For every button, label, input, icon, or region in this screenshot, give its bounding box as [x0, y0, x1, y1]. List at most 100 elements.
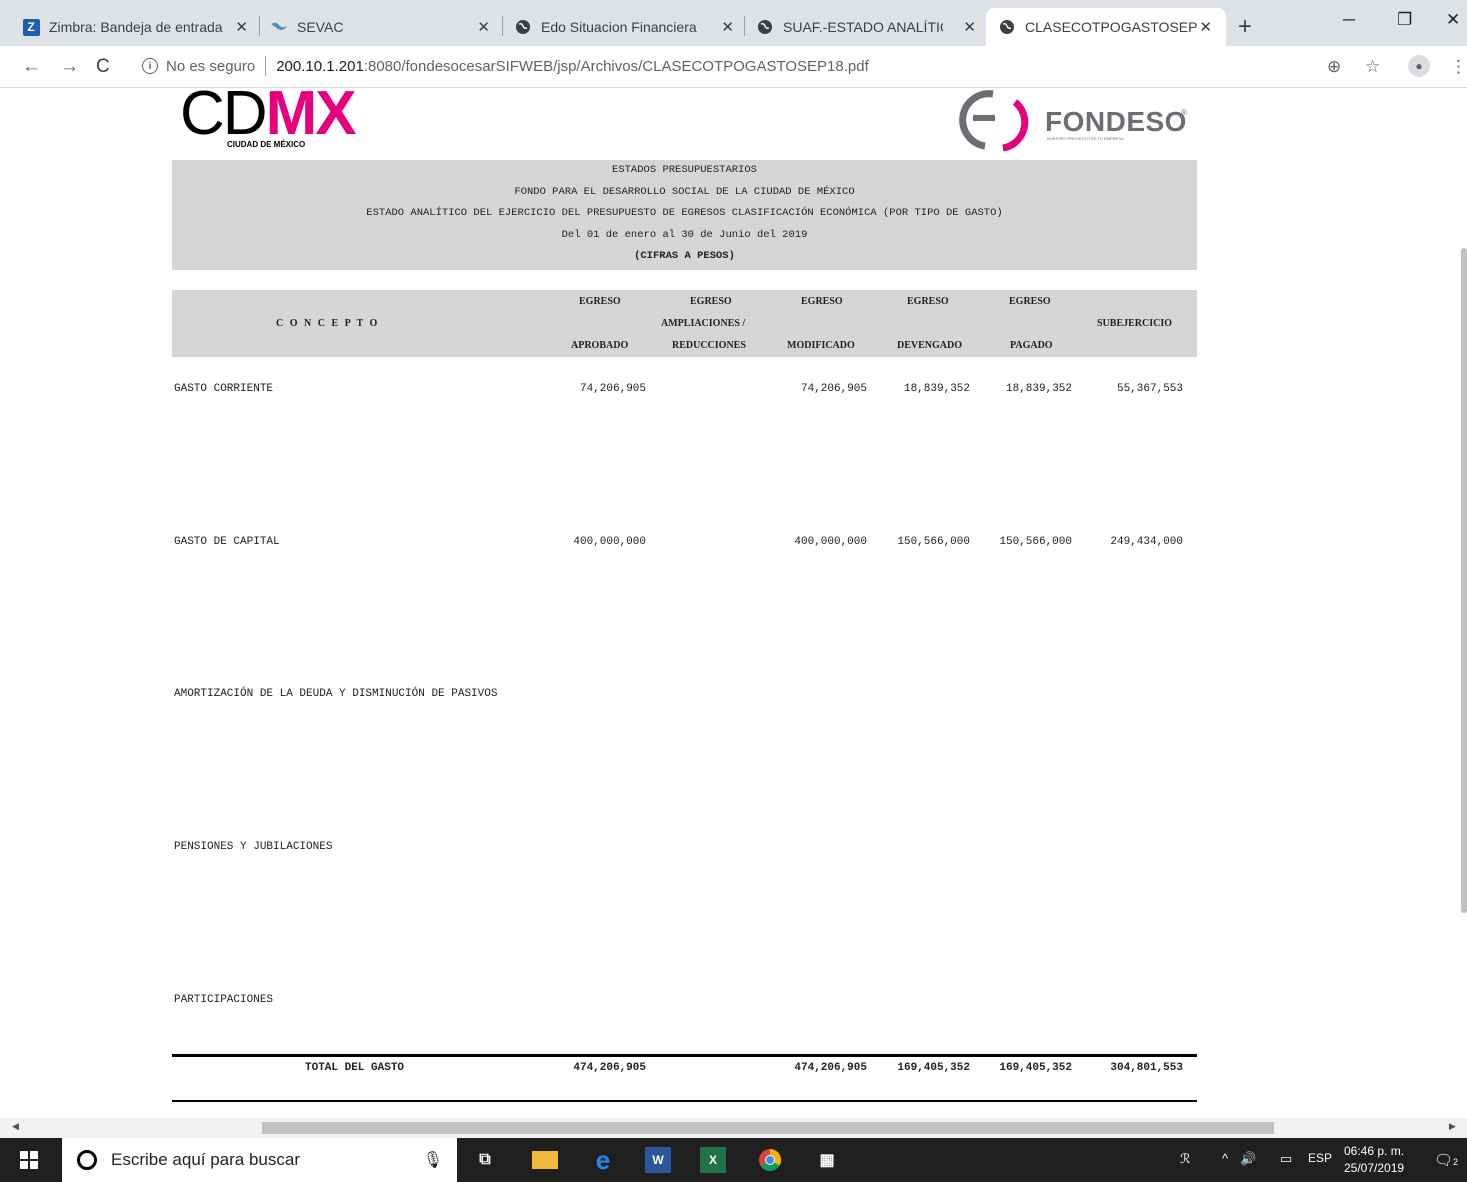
close-icon[interactable]: ✕ [1199, 18, 1212, 36]
chrome-icon[interactable] [757, 1147, 783, 1173]
profile-avatar-icon[interactable]: ● [1408, 55, 1430, 77]
close-icon[interactable]: ✕ [963, 18, 976, 36]
globe-icon [998, 18, 1016, 36]
restore-icon[interactable]: ❐ [1397, 10, 1412, 30]
report-header: ESTADOS PRESUPUESTARIOS FONDO PARA EL DE… [172, 160, 1197, 270]
tab-label: Zimbra: Bandeja de entrada [49, 19, 223, 35]
row-modificado: 400,000,000 [794, 536, 867, 548]
col-ampliaciones-2: AMPLIACIONES / [661, 318, 746, 329]
column-header: C O N C E P T O EGRESO APROBADO EGRESO A… [172, 290, 1197, 357]
report-heading-1: ESTADOS PRESUPUESTARIOS [612, 164, 757, 176]
row-concepto: PENSIONES Y JUBILACIONES [174, 841, 333, 853]
scroll-thumb[interactable] [262, 1122, 1274, 1134]
row-aprobado: 74,206,905 [579, 383, 646, 395]
people-icon[interactable]: ℛ [1180, 1151, 1190, 1167]
col-pagado-2: PAGADO [1010, 340, 1053, 351]
sevac-icon [270, 18, 288, 36]
tab-separator [744, 16, 745, 36]
windows-start-icon[interactable] [16, 1147, 42, 1173]
network-icon[interactable]: ▭ [1280, 1151, 1292, 1167]
col-devengado-2: DEVENGADO [897, 340, 963, 351]
tray-chevron-icon[interactable]: ^ [1222, 1151, 1228, 1166]
file-explorer-icon[interactable] [532, 1151, 558, 1169]
report-period: Del 01 de enero al 30 de Junio del 2019 [561, 228, 808, 241]
tab-clasecot-active[interactable]: CLASECOTPOGASTOSEP18. ✕ [986, 8, 1226, 46]
divider [265, 56, 267, 76]
reload-icon[interactable]: C [96, 56, 110, 78]
close-icon[interactable]: ✕ [477, 18, 490, 36]
pdf-viewport: CDMX CIUDAD DE MÉXICO FONDESO ® NUESTRO … [0, 88, 1467, 1118]
language-indicator[interactable]: ESP [1308, 1151, 1332, 1165]
clock-date: 25/07/2019 [1344, 1161, 1405, 1175]
row-subejercicio: 55,367,553 [1116, 383, 1183, 395]
window-close-icon[interactable]: ✕ [1446, 10, 1460, 30]
back-icon[interactable]: ← [22, 56, 41, 78]
tab-label: SUAF.-ESTADO ANALÍTICO [783, 19, 943, 35]
col-modificado-2: MODIFICADO [787, 340, 855, 351]
total-aprobado: 474,206,905 [573, 1062, 646, 1074]
security-label: No es seguro [166, 57, 256, 75]
row-subejercicio: 249,434,000 [1110, 536, 1183, 548]
menu-dots-icon[interactable]: ⋮ [1450, 57, 1467, 77]
col-modificado-1: EGRESO [801, 296, 843, 307]
info-icon[interactable]: i [142, 58, 158, 74]
report-heading-2: FONDO PARA EL DESARROLLO SOCIAL DE LA CI… [514, 185, 855, 198]
tab-label: SEVAC [297, 19, 344, 35]
notifications-icon[interactable]: 🗨2 [1434, 1151, 1458, 1169]
row-concepto: GASTO CORRIENTE [174, 383, 274, 395]
tab-zimbra[interactable]: Z Zimbra: Bandeja de entrada ✕ [22, 8, 262, 46]
star-icon[interactable]: ☆ [1365, 57, 1380, 77]
forward-icon[interactable]: → [60, 56, 79, 78]
horizontal-scrollbar[interactable]: ◀ ▶ [0, 1118, 1467, 1138]
address-bar[interactable]: i No es seguro 200.10.1.201 :8080/fondes… [130, 51, 1310, 81]
excel-icon[interactable]: X [700, 1147, 726, 1173]
col-aprobado-2: APROBADO [571, 340, 629, 351]
col-ampliaciones-1: EGRESO [690, 296, 732, 307]
close-icon[interactable]: ✕ [235, 18, 248, 36]
globe-icon [514, 18, 532, 36]
close-icon[interactable]: ✕ [721, 18, 734, 36]
tab-sevac[interactable]: SEVAC ✕ [270, 8, 500, 46]
edge-icon[interactable]: e [590, 1145, 616, 1175]
fondeso-logo: FONDESO ® NUESTRO PROYECTO ES TU EMPRESA [955, 88, 1195, 152]
zimbra-icon: Z [22, 18, 40, 36]
word-icon[interactable]: W [645, 1147, 671, 1173]
cdmx-logo: CDMX CIUDAD DE MÉXICO [180, 88, 357, 149]
new-tab-icon[interactable]: + [1238, 13, 1252, 41]
tab-edo-situacion[interactable]: Edo Situacion Financiera ✕ [514, 8, 744, 46]
tab-separator [259, 16, 260, 36]
zoom-icon[interactable]: ⊕ [1327, 57, 1341, 77]
task-view-icon[interactable]: ⧉ [472, 1147, 498, 1173]
tab-suaf[interactable]: SUAF.-ESTADO ANALÍTICO ✕ [756, 8, 986, 46]
microphone-icon[interactable]: 🎙 [423, 1150, 443, 1170]
tab-strip: Z Zimbra: Bandeja de entrada ✕ SEVAC ✕ E… [0, 0, 1467, 46]
taskbar-search[interactable]: Escribe aquí para buscar 🎙 [62, 1138, 457, 1182]
tab-label: CLASECOTPOGASTOSEP18. [1025, 19, 1197, 35]
total-modificado: 474,206,905 [794, 1062, 867, 1074]
col-aprobado-1: EGRESO [579, 296, 621, 307]
col-pagado-1: EGRESO [1009, 296, 1051, 307]
col-concepto: C O N C E P T O [276, 318, 380, 329]
fondeso-emblem-icon [959, 90, 1029, 152]
clock-time: 06:46 p. m. [1344, 1144, 1405, 1158]
scroll-left-icon[interactable]: ◀ [12, 1121, 19, 1132]
row-pagado: 18,839,352 [1005, 383, 1072, 395]
vertical-scrollbar[interactable] [1461, 248, 1467, 913]
search-placeholder: Escribe aquí para buscar [111, 1150, 300, 1169]
total-bottom-rule [172, 1100, 1197, 1102]
notification-count: 2 [1453, 1157, 1459, 1167]
total-top-rule [172, 1054, 1197, 1057]
globe-icon [756, 18, 774, 36]
row-concepto: PARTICIPACIONES [174, 994, 274, 1006]
system-clock[interactable]: 06:46 p. m. 25/07/2019 [1344, 1143, 1404, 1177]
scroll-right-icon[interactable]: ▶ [1449, 1121, 1456, 1132]
browser-toolbar: ← → C i No es seguro 200.10.1.201 :8080/… [0, 46, 1467, 88]
row-pagado: 150,566,000 [999, 536, 1072, 548]
url-path: :8080/fondesocesarSIFWEB/jsp/Archivos/CL… [363, 57, 869, 75]
minimize-icon[interactable]: ─ [1343, 10, 1355, 30]
calculator-icon[interactable]: ▦ [814, 1147, 840, 1173]
cortana-icon [77, 1150, 97, 1170]
volume-icon[interactable]: 🔊 [1240, 1151, 1256, 1167]
row-concepto: GASTO DE CAPITAL [174, 536, 280, 548]
row-aprobado: 400,000,000 [573, 536, 646, 548]
